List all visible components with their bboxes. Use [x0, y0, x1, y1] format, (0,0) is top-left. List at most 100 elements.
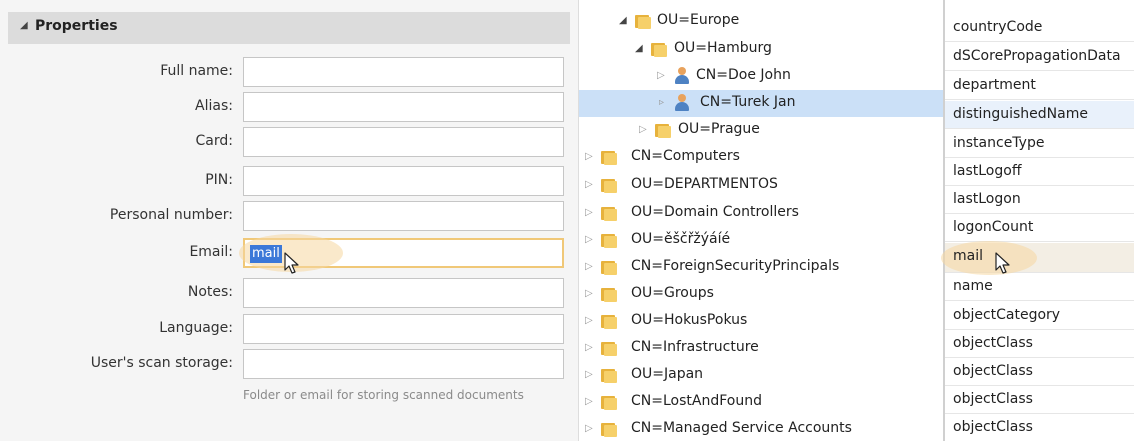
- tree-item[interactable]: ▷ CN=Infrastructure: [579, 335, 944, 362]
- attribute-item[interactable]: objectClass: [945, 386, 1134, 414]
- collapsed-triangle-icon[interactable]: ▷: [585, 396, 593, 407]
- field-label: Card:: [195, 133, 233, 149]
- attribute-item[interactable]: countryCode: [945, 14, 1134, 42]
- tree-item[interactable]: ▷ OU=DEPARTMENTOS: [579, 172, 944, 199]
- collapsed-triangle-icon[interactable]: ▷: [639, 124, 647, 135]
- tree-item[interactable]: ◢ OU=Hamburg: [579, 36, 944, 63]
- field-personal-number: Personal number:: [0, 201, 578, 231]
- attribute-item[interactable]: instanceType: [945, 130, 1134, 158]
- notes-input[interactable]: [243, 278, 564, 308]
- collapsed-triangle-icon[interactable]: ▷: [585, 179, 593, 190]
- tree-item[interactable]: ▷ CN=Managed Service Accounts: [579, 416, 944, 441]
- scan-storage-input[interactable]: [243, 349, 564, 379]
- collapsed-triangle-icon[interactable]: ▷: [585, 207, 593, 218]
- tree-item-label: CN=Computers: [631, 148, 740, 164]
- attribute-item[interactable]: objectClass: [945, 414, 1134, 441]
- field-notes: Notes:: [0, 278, 578, 308]
- properties-panel: ◢ Properties Full name: Alias: Card: PIN…: [0, 0, 578, 441]
- tree-item-label: OU=HokusPokus: [631, 312, 748, 328]
- attribute-label: objectClass: [953, 391, 1033, 407]
- attribute-label: mail: [953, 248, 983, 264]
- full-name-input[interactable]: [243, 57, 564, 87]
- attribute-label: objectClass: [953, 419, 1033, 435]
- field-language: Language:: [0, 314, 578, 344]
- attribute-label: instanceType: [953, 135, 1045, 151]
- collapse-triangle-icon[interactable]: ◢: [20, 20, 28, 31]
- field-label: Language:: [159, 320, 233, 336]
- tree-item-label: OU=Europe: [657, 12, 740, 28]
- folder-icon: [601, 421, 617, 437]
- alias-input[interactable]: [243, 92, 564, 122]
- collapsed-triangle-icon[interactable]: ▷: [585, 369, 593, 380]
- mouse-cursor-icon: [995, 252, 1010, 274]
- attribute-item-selected[interactable]: distinguishedName: [945, 101, 1134, 129]
- expanded-triangle-icon[interactable]: ◢: [635, 43, 643, 54]
- tree-item-label: CN=Turek Jan: [700, 94, 796, 110]
- tree-item[interactable]: ▷ OU=HokusPokus: [579, 308, 944, 335]
- attribute-label: logonCount: [953, 219, 1034, 235]
- tree-item[interactable]: ▷ OU=Japan: [579, 362, 944, 389]
- attribute-item[interactable]: dSCorePropagationData: [945, 43, 1134, 71]
- collapsed-triangle-icon[interactable]: ▹: [659, 97, 664, 108]
- tree-item[interactable]: ▷ OU=Prague: [579, 117, 944, 144]
- field-label: PIN:: [205, 172, 233, 188]
- tree-item[interactable]: ▷ OU=Domain Controllers: [579, 200, 944, 227]
- folder-icon: [601, 313, 617, 329]
- tree-item-label: OU=Hamburg: [674, 40, 772, 56]
- tree-item[interactable]: ◢ OU=Europe: [579, 8, 944, 35]
- user-icon: [673, 94, 691, 112]
- tree-item[interactable]: ▷ CN=ForeignSecurityPrincipals: [579, 254, 944, 281]
- tree-item-label: CN=Infrastructure: [631, 339, 759, 355]
- field-label: Full name:: [160, 63, 233, 79]
- tree-item-label: CN=LostAndFound: [631, 393, 762, 409]
- collapsed-triangle-icon[interactable]: ▷: [585, 315, 593, 326]
- user-icon: [673, 67, 691, 85]
- attribute-label: department: [953, 77, 1036, 93]
- attribute-item[interactable]: objectClass: [945, 330, 1134, 358]
- attribute-item[interactable]: objectCategory: [945, 302, 1134, 330]
- collapsed-triangle-icon[interactable]: ▷: [585, 151, 593, 162]
- card-input[interactable]: [243, 127, 564, 157]
- folder-icon: [601, 149, 617, 165]
- tree-item-label: CN=Managed Service Accounts: [631, 420, 852, 436]
- properties-title: Properties: [35, 18, 118, 34]
- attribute-label: objectClass: [953, 335, 1033, 351]
- attribute-item[interactable]: lastLogon: [945, 186, 1134, 214]
- tree-item[interactable]: ▷ CN=Computers: [579, 144, 944, 171]
- attribute-label: objectClass: [953, 363, 1033, 379]
- tree-item-label: OU=Japan: [631, 366, 704, 382]
- attribute-item[interactable]: logonCount: [945, 214, 1134, 242]
- attribute-item[interactable]: lastLogoff: [945, 158, 1134, 186]
- properties-section-header[interactable]: ◢ Properties: [8, 12, 570, 44]
- folder-icon: [601, 232, 617, 248]
- tree-item-label: OU=DEPARTMENTOS: [631, 176, 778, 192]
- collapsed-triangle-icon[interactable]: ▷: [585, 288, 593, 299]
- folder-icon: [601, 394, 617, 410]
- field-card: Card:: [0, 127, 578, 157]
- expanded-triangle-icon[interactable]: ◢: [619, 15, 627, 26]
- email-selected-text: mail: [250, 245, 282, 263]
- attribute-item[interactable]: name: [945, 273, 1134, 301]
- tree-item[interactable]: ▷ OU=Groups: [579, 281, 944, 308]
- collapsed-triangle-icon[interactable]: ▷: [585, 234, 593, 245]
- language-input[interactable]: [243, 314, 564, 344]
- tree-item[interactable]: ▷ CN=Doe John: [579, 63, 944, 90]
- tree-item-label: OU=Groups: [631, 285, 714, 301]
- tree-item-selected[interactable]: ▹ CN=Turek Jan: [579, 90, 944, 117]
- collapsed-triangle-icon[interactable]: ▷: [657, 70, 665, 81]
- pin-input[interactable]: [243, 166, 564, 196]
- attribute-item[interactable]: department: [945, 72, 1134, 100]
- attribute-item-hovered[interactable]: mail: [941, 241, 1134, 275]
- collapsed-triangle-icon[interactable]: ▷: [585, 261, 593, 272]
- tree-item[interactable]: ▷ OU=ěščřžýáíé: [579, 227, 944, 254]
- tree-item[interactable]: ▷ CN=LostAndFound: [579, 389, 944, 416]
- collapsed-triangle-icon[interactable]: ▷: [585, 423, 593, 434]
- field-pin: PIN:: [0, 166, 578, 196]
- collapsed-triangle-icon[interactable]: ▷: [585, 342, 593, 353]
- folder-icon: [601, 367, 617, 383]
- personal-number-input[interactable]: [243, 201, 564, 231]
- attribute-item[interactable]: objectClass: [945, 358, 1134, 386]
- attribute-label: objectCategory: [953, 307, 1061, 323]
- folder-icon: [601, 340, 617, 356]
- attribute-label: name: [953, 278, 993, 294]
